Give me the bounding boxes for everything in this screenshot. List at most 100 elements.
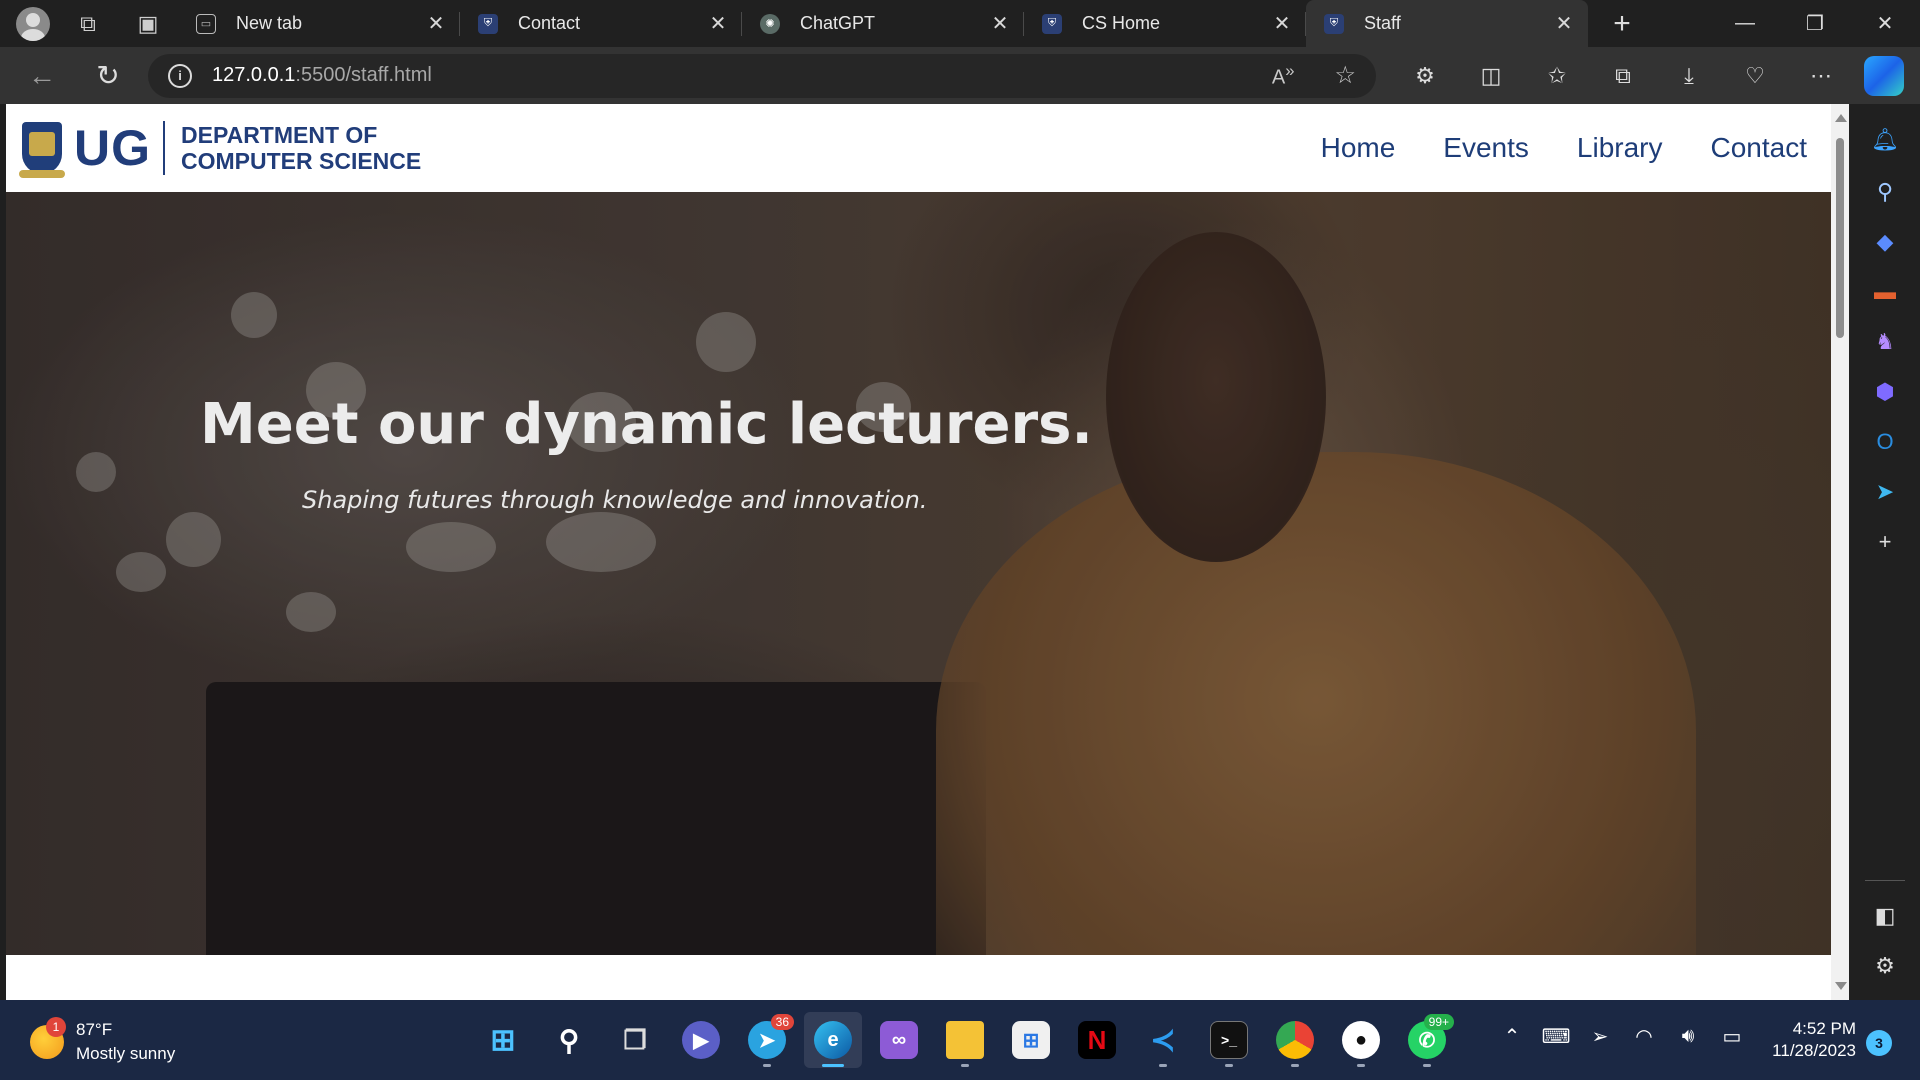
tab-chatgpt[interactable]: ✺ ChatGPT ✕ (742, 0, 1024, 47)
clock-time: 4:52 PM (1792, 1019, 1856, 1038)
tab-title: New tab (236, 13, 303, 33)
window-close-icon[interactable]: ✕ (1850, 0, 1920, 47)
settings-gear-icon[interactable]: ⚙ (1869, 950, 1901, 982)
profile-avatar[interactable] (16, 6, 50, 41)
scroll-up-icon[interactable] (1835, 114, 1847, 122)
microsoft-365-icon[interactable]: ⬢ (1869, 376, 1901, 408)
terminal-app[interactable]: >_ (1200, 1012, 1258, 1068)
workspaces-icon[interactable]: ⧉ (68, 4, 108, 44)
downloads-icon[interactable]: ⤓ (1656, 54, 1722, 98)
nav-events[interactable]: Events (1443, 132, 1529, 164)
folder-icon (946, 1021, 984, 1059)
tab-staff[interactable]: ⛨ Staff ✕ (1306, 0, 1588, 47)
vscode-app[interactable]: ≺ (1134, 1012, 1192, 1068)
edge-app[interactable]: e (804, 1012, 862, 1068)
close-icon[interactable]: ✕ (1270, 11, 1294, 36)
hero-heading: Meet our dynamic lecturers. (200, 392, 1093, 457)
task-view-icon: ❐ (623, 1024, 647, 1055)
nav-contact[interactable]: Contact (1711, 132, 1808, 164)
file-explorer-app[interactable] (936, 1012, 994, 1068)
wifi-icon[interactable]: ◠ (1622, 1024, 1666, 1049)
task-view[interactable]: ❐ (606, 1012, 664, 1068)
terminal-icon: >_ (1210, 1021, 1248, 1059)
ug-crest-logo[interactable] (19, 122, 65, 178)
favorites-icon[interactable]: ✩ (1524, 54, 1590, 98)
tab-contact[interactable]: ⛨ Contact ✕ (460, 0, 742, 47)
url-text[interactable]: 127.0.0.1:5500/staff.html (212, 64, 432, 87)
clock[interactable]: 4:52 PM 11/28/2023 (1762, 1018, 1856, 1062)
restore-icon[interactable]: ❐ (1780, 0, 1850, 47)
new-tab-icon: ▭ (196, 13, 216, 34)
weather-desc: Mostly sunny (76, 1044, 176, 1063)
chrome-app[interactable] (1266, 1012, 1324, 1068)
more-options-icon[interactable]: ⋯ (1788, 54, 1854, 98)
extensions-icon[interactable]: ⚙ (1392, 54, 1458, 98)
new-tab-button[interactable]: + (1602, 4, 1642, 44)
clock-date: 11/28/2023 (1772, 1041, 1856, 1060)
notification-badge[interactable]: 3 (1866, 1030, 1892, 1056)
site-info-icon[interactable]: i (168, 63, 192, 88)
back-arrow-icon[interactable]: ← (20, 54, 64, 98)
visual-studio-icon: ∞ (880, 1021, 918, 1059)
minimize-icon[interactable]: — (1710, 0, 1780, 47)
address-bar[interactable]: i 127.0.0.1:5500/staff.html A» ☆ (148, 53, 1376, 98)
dept-line-2: COMPUTER SCIENCE (181, 148, 422, 174)
github-icon: ● (1342, 1021, 1380, 1059)
close-icon[interactable]: ✕ (988, 11, 1012, 36)
tab-cs-home[interactable]: ⛨ CS Home ✕ (1024, 0, 1306, 47)
windows-logo-icon: ⊞ (490, 1023, 516, 1057)
system-tray: ⌃ ⌨ ➢ ◠ 🔊︎ ▭ (1490, 1024, 1754, 1049)
visual-studio-app[interactable]: ∞ (870, 1012, 928, 1068)
web-page: UG DEPARTMENT OF COMPUTER SCIENCE Home E… (6, 104, 1831, 1000)
copilot-icon[interactable] (1864, 55, 1904, 96)
battery-icon[interactable]: ▭ (1710, 1024, 1754, 1049)
bell-icon[interactable]: 🔔︎ (1869, 124, 1901, 156)
taskbar-search[interactable]: ⚲ (540, 1012, 598, 1068)
add-icon[interactable]: + (1869, 526, 1901, 558)
search-icon[interactable]: ⚲ (1869, 176, 1901, 208)
browser-essentials-icon[interactable]: ♡ (1722, 54, 1788, 98)
main-nav: Home Events Library Contact (1273, 132, 1807, 164)
ug-crest-icon: ⛨ (1042, 13, 1062, 34)
shopping-tag-icon[interactable]: ◆ (1869, 226, 1901, 258)
games-icon[interactable]: ♞ (1869, 326, 1901, 358)
weather-badge: 1 (46, 1017, 66, 1037)
hero-subheading: Shaping futures through knowledge and in… (302, 486, 928, 514)
close-icon[interactable]: ✕ (706, 11, 730, 36)
github-app[interactable]: ● (1332, 1012, 1390, 1068)
sidebar-toggle-icon[interactable]: ◧ (1869, 900, 1901, 932)
keyboard-icon[interactable]: ⌨ (1534, 1024, 1578, 1049)
collections-icon[interactable]: ⧉ (1590, 54, 1656, 98)
location-icon[interactable]: ➢ (1578, 1024, 1622, 1049)
volume-icon[interactable]: 🔊︎ (1666, 1025, 1710, 1048)
department-name: DEPARTMENT OF COMPUTER SCIENCE (181, 122, 421, 174)
start-button[interactable]: ⊞ (474, 1012, 532, 1068)
scroll-down-icon[interactable] (1835, 982, 1847, 990)
weather-widget[interactable]: 1 87°F Mostly sunny (30, 1017, 176, 1066)
close-icon[interactable]: ✕ (1552, 11, 1576, 36)
drop-icon[interactable]: ➤ (1869, 476, 1901, 508)
refresh-icon[interactable]: ↻ (86, 54, 130, 98)
tab-title: Staff (1364, 13, 1401, 33)
microsoft-store-app[interactable]: ⊞ (1002, 1012, 1060, 1068)
logo-text[interactable]: UG (74, 119, 151, 177)
read-aloud-icon[interactable]: A» (1272, 61, 1295, 90)
teams-chat[interactable]: ▶ (672, 1012, 730, 1068)
chevron-up-icon[interactable]: ⌃ (1490, 1024, 1534, 1049)
tab-new-tab[interactable]: ▭ New tab ✕ (178, 0, 460, 47)
outlook-icon[interactable]: O (1869, 426, 1901, 458)
nav-library[interactable]: Library (1577, 132, 1663, 164)
close-icon[interactable]: ✕ (424, 11, 448, 36)
netflix-app[interactable]: N (1068, 1012, 1126, 1068)
nav-home[interactable]: Home (1321, 132, 1396, 164)
split-screen-icon[interactable]: ◫ (1458, 54, 1524, 98)
page-scrollbar[interactable] (1831, 104, 1849, 1000)
tools-icon[interactable]: ▬ (1869, 276, 1901, 308)
telegram-app[interactable]: ➤ 36 (738, 1012, 796, 1068)
scrollbar-thumb[interactable] (1836, 138, 1844, 338)
whatsapp-app[interactable]: ✆ 99+ (1398, 1012, 1456, 1068)
ug-crest-icon: ⛨ (478, 13, 498, 34)
tab-title: CS Home (1082, 13, 1161, 33)
favorite-star-icon[interactable]: ☆ (1334, 61, 1356, 90)
vertical-tabs-icon[interactable]: ▣ (128, 4, 168, 44)
